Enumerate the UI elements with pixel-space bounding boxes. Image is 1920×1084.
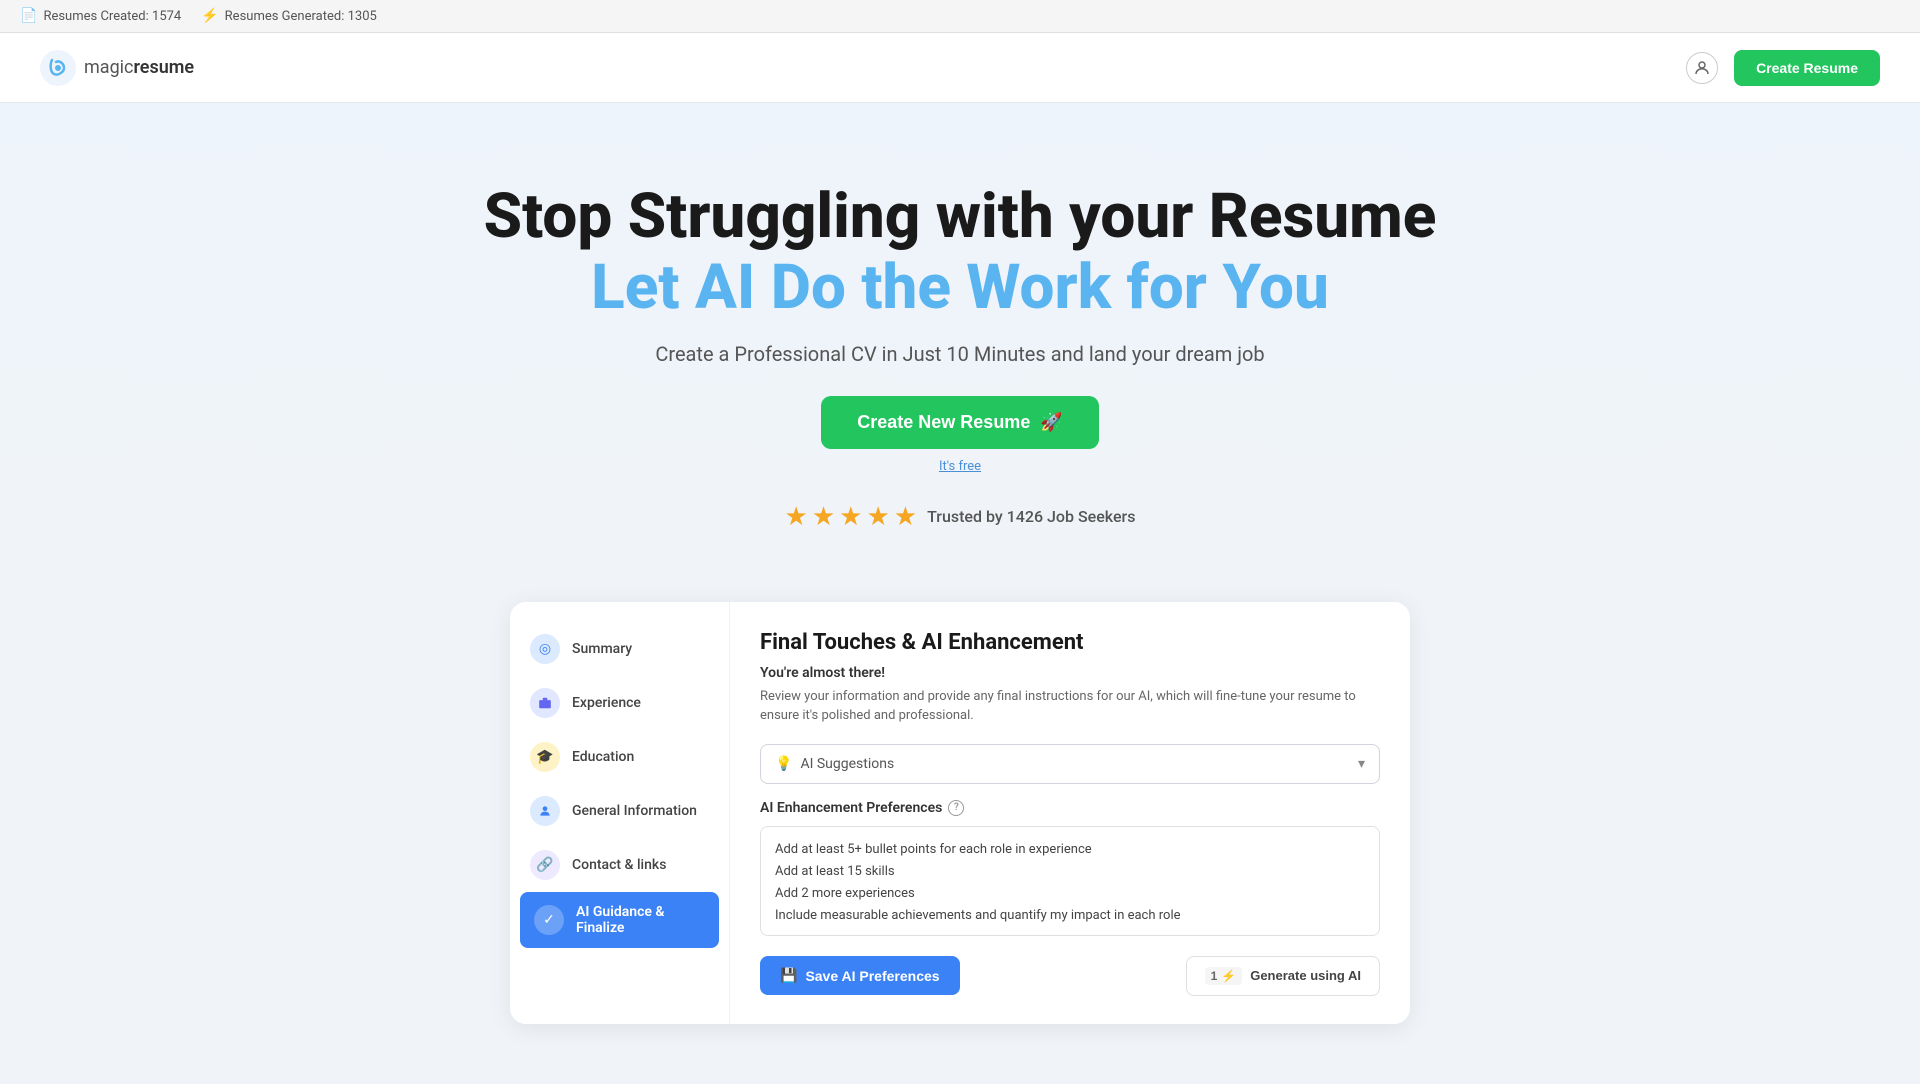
bolt-small-icon: ⚡ bbox=[1221, 969, 1236, 983]
star-3: ★ bbox=[839, 502, 862, 532]
logo-text: magicresume bbox=[84, 57, 194, 78]
generate-count-badge: 1 ⚡ bbox=[1205, 967, 1243, 985]
star-4: ★ bbox=[866, 502, 889, 532]
create-new-resume-button[interactable]: Create New Resume 🚀 bbox=[821, 396, 1099, 449]
generate-using-ai-button[interactable]: 1 ⚡ Generate using AI bbox=[1186, 956, 1380, 996]
ai-finalize-icon: ✓ bbox=[534, 905, 564, 935]
header: magicresume Create Resume bbox=[0, 33, 1920, 103]
hero-title-line2: Let AI Do the Work for You bbox=[20, 251, 1900, 325]
widget-main-content: Final Touches & AI Enhancement You're al… bbox=[730, 602, 1410, 1024]
star-rating: ★ ★ ★ ★ ★ bbox=[785, 502, 918, 532]
widget-card: ◎ Summary Experience 🎓 Education General… bbox=[510, 602, 1410, 1024]
ai-suggestions-left: 💡 AI Suggestions bbox=[775, 756, 894, 772]
action-row: 💾 Save AI Preferences 1 ⚡ Generate using… bbox=[760, 956, 1380, 996]
hero-subtitle: Create a Professional CV in Just 10 Minu… bbox=[20, 342, 1900, 366]
ai-prefs-label: AI Enhancement Preferences ? bbox=[760, 800, 1380, 816]
experience-icon bbox=[530, 688, 560, 718]
hero-title-line1: Stop Struggling with your Resume bbox=[20, 183, 1900, 251]
user-account-icon[interactable] bbox=[1686, 52, 1718, 84]
ai-bulb-icon: 💡 bbox=[775, 756, 792, 772]
chevron-down-icon: ▾ bbox=[1358, 756, 1365, 772]
hero-section: Stop Struggling with your Resume Let AI … bbox=[0, 103, 1920, 582]
sidebar-label-contact: Contact & links bbox=[572, 857, 666, 873]
education-icon: 🎓 bbox=[530, 742, 560, 772]
ai-suggestions-dropdown[interactable]: 💡 AI Suggestions ▾ bbox=[760, 744, 1380, 784]
logo[interactable]: magicresume bbox=[40, 50, 194, 86]
resumes-created-stat: 📄 Resumes Created: 1574 bbox=[20, 8, 181, 24]
trusted-text: Trusted by 1426 Job Seekers bbox=[927, 507, 1135, 526]
sidebar-item-experience[interactable]: Experience bbox=[510, 676, 729, 730]
logo-icon bbox=[40, 50, 76, 86]
sidebar-label-ai-finalize: AI Guidance & Finalize bbox=[576, 904, 705, 936]
sidebar-label-summary: Summary bbox=[572, 641, 632, 657]
rocket-icon: 🚀 bbox=[1040, 412, 1062, 433]
sidebar-label-experience: Experience bbox=[572, 695, 641, 711]
save-ai-preferences-button[interactable]: 💾 Save AI Preferences bbox=[760, 956, 960, 995]
create-resume-header-button[interactable]: Create Resume bbox=[1734, 50, 1880, 86]
ai-suggestions-label: AI Suggestions bbox=[800, 756, 894, 772]
resumes-generated-label: Resumes Generated: 1305 bbox=[225, 9, 377, 24]
info-icon[interactable]: ? bbox=[948, 800, 964, 816]
sidebar-item-summary[interactable]: ◎ Summary bbox=[510, 622, 729, 676]
header-right: Create Resume bbox=[1686, 50, 1880, 86]
widget-section: ◎ Summary Experience 🎓 Education General… bbox=[0, 582, 1920, 1084]
resumes-created-label: Resumes Created: 1574 bbox=[43, 9, 181, 24]
its-free-link[interactable]: It's free bbox=[20, 459, 1900, 474]
widget-sidebar: ◎ Summary Experience 🎓 Education General… bbox=[510, 602, 730, 1024]
summary-icon: ◎ bbox=[530, 634, 560, 664]
section-title: Final Touches & AI Enhancement bbox=[760, 630, 1380, 655]
document-icon: 📄 bbox=[20, 8, 37, 24]
ai-prefs-textarea[interactable]: Add at least 5+ bullet points for each r… bbox=[760, 826, 1380, 936]
star-5: ★ bbox=[894, 502, 917, 532]
topbar: 📄 Resumes Created: 1574 ⚡ Resumes Genera… bbox=[0, 0, 1920, 33]
sidebar-item-ai-finalize[interactable]: ✓ AI Guidance & Finalize bbox=[520, 892, 719, 948]
ai-prefs-text: AI Enhancement Preferences bbox=[760, 800, 942, 816]
save-icon: 💾 bbox=[780, 967, 797, 984]
sidebar-label-general-info: General Information bbox=[572, 803, 697, 819]
sidebar-item-education[interactable]: 🎓 Education bbox=[510, 730, 729, 784]
sidebar-item-general-info[interactable]: General Information bbox=[510, 784, 729, 838]
general-info-icon bbox=[530, 796, 560, 826]
sidebar-label-education: Education bbox=[572, 749, 634, 765]
sidebar-item-contact[interactable]: 🔗 Contact & links bbox=[510, 838, 729, 892]
trust-row: ★ ★ ★ ★ ★ Trusted by 1426 Job Seekers bbox=[20, 502, 1900, 532]
almost-there-text: You're almost there! bbox=[760, 665, 1380, 681]
star-1: ★ bbox=[785, 502, 808, 532]
bolt-icon: ⚡ bbox=[201, 8, 218, 24]
star-2: ★ bbox=[812, 502, 835, 532]
review-text: Review your information and provide any … bbox=[760, 687, 1380, 726]
resumes-generated-stat: ⚡ Resumes Generated: 1305 bbox=[201, 8, 377, 24]
contact-icon: 🔗 bbox=[530, 850, 560, 880]
